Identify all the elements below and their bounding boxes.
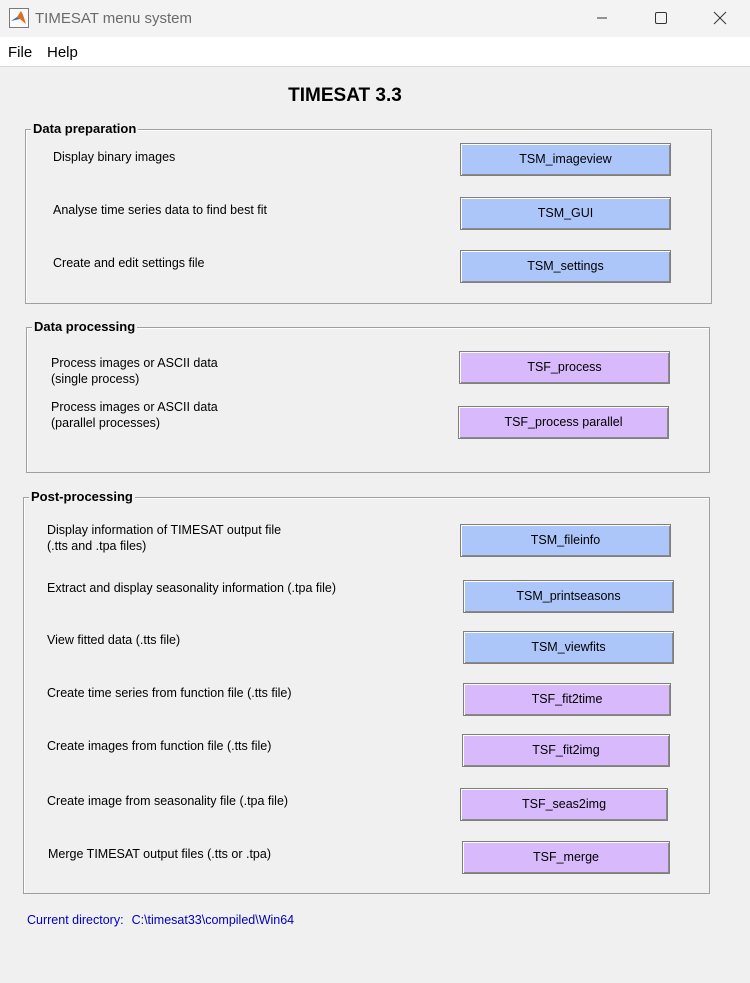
tsm-printseasons-button[interactable]: TSM_printseasons	[463, 580, 674, 613]
current-directory: Current directory: C:\timesat33\compiled\…	[27, 913, 294, 927]
single-process-label-line1: Process images or ASCII data	[51, 356, 218, 370]
single-process-label-line2: (single process)	[51, 372, 140, 386]
tsm-gui-button[interactable]: TSM_GUI	[460, 197, 671, 230]
current-directory-path: C:\timesat33\compiled\Win64	[131, 913, 295, 927]
tsf-process-button[interactable]: TSF_process	[459, 351, 670, 384]
printseasons-label: Extract and display seasonality informat…	[47, 581, 337, 595]
fileinfo-label-line2: (.tts and .tpa files)	[47, 539, 147, 553]
menu-bar: File Help	[0, 37, 750, 67]
minimize-button[interactable]	[572, 0, 632, 37]
post-processing-title: Post-processing	[29, 489, 135, 504]
tsm-settings-button[interactable]: TSM_settings	[460, 250, 671, 283]
data-preparation-title: Data preparation	[31, 121, 139, 136]
menu-file[interactable]: File	[8, 44, 32, 61]
fit2img-label: Create images from function file (.tts f…	[47, 739, 272, 753]
tsf-process-parallel-button[interactable]: TSF_process parallel	[458, 406, 669, 439]
fileinfo-label-line1: Display information of TIMESAT output fi…	[47, 523, 282, 537]
current-directory-label: Current directory:	[27, 913, 124, 927]
maximize-icon	[655, 12, 667, 24]
create-settings-label: Create and edit settings file	[53, 256, 205, 270]
tsf-fit2time-button[interactable]: TSF_fit2time	[463, 683, 671, 716]
close-button[interactable]	[690, 0, 750, 37]
viewfits-label: View fitted data (.tts file)	[47, 633, 181, 647]
matlab-logo-icon	[9, 8, 29, 28]
tsf-seas2img-button[interactable]: TSF_seas2img	[460, 788, 668, 821]
analyse-time-series-label: Analyse time series data to find best fi…	[53, 203, 267, 217]
tsf-merge-button[interactable]: TSF_merge	[462, 841, 670, 874]
maximize-button[interactable]	[631, 0, 691, 37]
tsm-imageview-button[interactable]: TSM_imageview	[460, 143, 671, 176]
window-title: TIMESAT menu system	[35, 10, 192, 27]
display-binary-images-label: Display binary images	[53, 150, 176, 164]
tsm-fileinfo-button[interactable]: TSM_fileinfo	[460, 524, 671, 557]
app-title: TIMESAT 3.3	[0, 85, 750, 107]
parallel-process-label-line2: (parallel processes)	[51, 416, 161, 430]
minimize-icon	[597, 17, 607, 19]
fit2time-label: Create time series from function file (.…	[47, 686, 292, 700]
title-bar: TIMESAT menu system	[0, 0, 750, 37]
tsf-fit2img-button[interactable]: TSF_fit2img	[462, 734, 670, 767]
app-title-text: TIMESAT 3.3	[288, 85, 402, 106]
merge-label: Merge TIMESAT output files (.tts or .tpa…	[48, 847, 271, 861]
seas2img-label: Create image from seasonality file (.tpa…	[47, 794, 289, 808]
close-icon	[713, 11, 727, 25]
parallel-process-label-line1: Process images or ASCII data	[51, 400, 218, 414]
data-processing-title: Data processing	[32, 319, 138, 334]
tsm-viewfits-button[interactable]: TSM_viewfits	[463, 631, 674, 664]
menu-help[interactable]: Help	[47, 44, 78, 61]
